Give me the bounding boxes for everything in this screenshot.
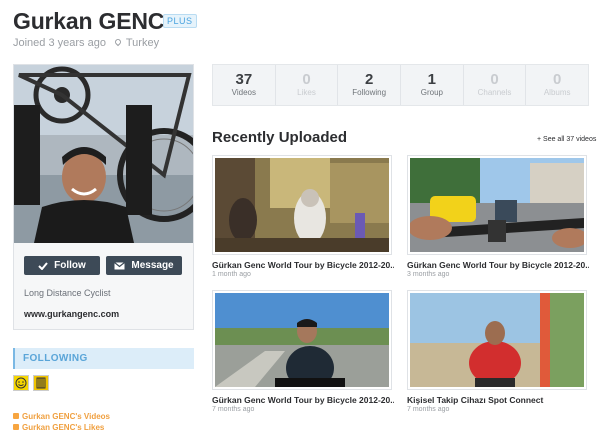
avatar[interactable]	[33, 375, 49, 391]
stats-bar: 37 Videos 0 Likes 2 Following 1 Group 0 …	[212, 64, 589, 106]
following-avatars	[13, 375, 49, 391]
stat-label: Following	[352, 88, 387, 97]
message-button[interactable]: Message	[106, 256, 182, 275]
stat-label: Videos	[231, 88, 256, 97]
feed-likes-link[interactable]: Gurkan GENC's Likes	[13, 422, 110, 433]
video-card[interactable]: Gürkan Genc World Tour by Bicycle 2012-2…	[212, 155, 394, 278]
profile-bio: Long Distance Cyclist	[24, 288, 111, 298]
video-time: 3 months ago	[407, 271, 450, 278]
joined-text: Joined 3 years ago	[13, 37, 106, 49]
follow-button[interactable]: Follow	[24, 256, 100, 275]
stat-label: Channels	[477, 88, 512, 97]
recently-uploaded-title: Recently Uploaded	[212, 129, 348, 146]
video-thumbnail[interactable]	[212, 290, 392, 390]
message-label: Message	[131, 260, 174, 271]
map-pin-icon	[113, 37, 123, 47]
stat-number: 0	[553, 71, 562, 88]
video-card[interactable]: Gürkan Genc World Tour by Bicycle 2012-2…	[407, 155, 589, 278]
website-link[interactable]: www.gurkangenc.com	[24, 309, 119, 319]
video-card[interactable]: Kişisel Takip Cihazı Spot Connect 7 mont…	[407, 290, 589, 413]
video-title[interactable]: Gürkan Genc World Tour by Bicycle 2012-2…	[212, 260, 394, 270]
video-title[interactable]: Kişisel Takip Cihazı Spot Connect	[407, 395, 589, 405]
stat-following[interactable]: 2 Following	[338, 65, 402, 105]
stat-number: 0	[302, 71, 311, 88]
following-heading: FOLLOWING	[13, 348, 194, 369]
stat-albums[interactable]: 0 Albums	[526, 65, 588, 105]
stat-label: Albums	[543, 88, 571, 97]
profile-name: Gurkan GENC	[13, 8, 165, 34]
video-thumbnail[interactable]	[212, 155, 392, 255]
stat-label: Group	[420, 88, 443, 97]
stat-number: 1	[427, 71, 437, 88]
video-title[interactable]: Gürkan Genc World Tour by Bicycle 2012-2…	[407, 260, 589, 270]
feed-videos-label: Gurkan GENC's Videos	[22, 412, 111, 421]
rss-feeds: Gurkan GENC's Videos Gurkan GENC's Likes	[13, 411, 110, 433]
video-time: 7 months ago	[212, 406, 255, 413]
stat-number: 37	[235, 71, 253, 88]
see-all-videos-link[interactable]: + See all 37 videos	[537, 136, 596, 143]
video-card[interactable]: Gürkan Genc World Tour by Bicycle 2012-2…	[212, 290, 394, 413]
video-time: 1 month ago	[212, 271, 251, 278]
stat-channels[interactable]: 0 Channels	[464, 65, 527, 105]
stat-number: 2	[365, 71, 374, 88]
stat-label: Likes	[297, 88, 316, 97]
stat-group[interactable]: 1 Group	[401, 65, 464, 105]
envelope-icon	[114, 261, 126, 270]
checkmark-icon	[38, 261, 48, 270]
feed-videos-link[interactable]: Gurkan GENC's Videos	[13, 411, 110, 422]
stat-likes[interactable]: 0 Likes	[276, 65, 339, 105]
profile-portrait	[14, 65, 193, 243]
video-title[interactable]: Gürkan Genc World Tour by Bicycle 2012-2…	[212, 395, 394, 405]
follow-label: Follow	[54, 260, 86, 271]
rss-icon	[13, 413, 19, 419]
rss-icon	[13, 424, 19, 430]
plus-badge[interactable]: PLUS	[163, 14, 197, 28]
feed-likes-label: Gurkan GENC's Likes	[22, 423, 105, 432]
video-thumbnail[interactable]	[407, 290, 587, 390]
profile-meta: Joined 3 years ago Turkey	[13, 37, 159, 49]
location-text: Turkey	[125, 37, 160, 49]
video-thumbnail[interactable]	[407, 155, 587, 255]
profile-card: Follow Message Long Distance Cyclist www…	[13, 64, 194, 330]
stat-number: 0	[490, 71, 499, 88]
following-heading-label: FOLLOWING	[23, 353, 88, 364]
video-time: 7 months ago	[407, 406, 450, 413]
avatar[interactable]	[13, 375, 29, 391]
stat-videos[interactable]: 37 Videos	[213, 65, 276, 105]
